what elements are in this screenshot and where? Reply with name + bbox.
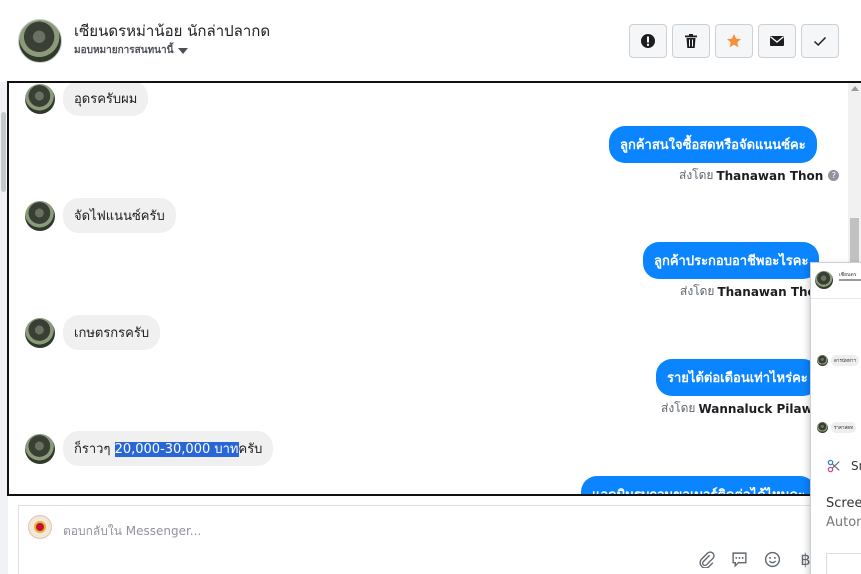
screenshot-thumbnail[interactable] [826,553,861,574]
alert-icon [641,34,655,48]
outgoing-message-bubble[interactable]: ลูกค้าประกอบอาชีพอะไรคะ [643,242,820,279]
outgoing-message-bubble[interactable]: ลูกค้าสนใจซื้อสดหรือจัดแนนซ์คะ [609,126,817,163]
sent-by-line: ส่งโดย Thanawan Thon ? [679,166,840,185]
preview-message: ราคาสดท [817,422,857,433]
preview-avatar [817,355,828,366]
preview-bubble: ดารนัทท่าฯ [831,355,859,366]
star-icon [727,34,741,48]
message-text: ครับ [238,442,263,457]
conversation-actions [629,24,839,58]
composer-toolbar: ฿ [697,550,815,569]
message-bubble[interactable]: อุดรครับผม [63,83,149,116]
trash-icon [685,34,697,48]
contact-avatar[interactable] [18,19,62,63]
message-bubble[interactable]: ก็ราวๆ 20,000-30,000 บาทครับ [63,431,274,466]
snipping-tool-label: Sn [827,459,861,473]
sent-by-line: ส่งโดย Wannaluck Pilawan [661,399,829,418]
saved-replies-icon[interactable] [730,550,749,569]
preview-subtitle-line [839,279,861,281]
preview-bubble: ราคาสดท [831,422,857,433]
popup-preview-header: เซียนดร [811,263,861,299]
sent-by-label: ส่งโดย [680,284,715,298]
message-bubble[interactable]: เกษตรกรครับ [63,315,161,350]
message-bubble[interactable]: จัดไฟแนนซ์ครับ [63,198,176,233]
envelope-icon [770,36,784,46]
incoming-message: เกษตรกรครับ [25,315,161,350]
selected-text[interactable]: 20,000-30,000 บาท [114,442,239,457]
sent-by-line: ส่งโดย Thanawan Thon [680,282,824,301]
mark-unread-button[interactable] [758,24,796,58]
scroll-up-arrow-icon[interactable] [851,86,859,91]
preview-message: ดารนัทท่าฯ [817,355,859,366]
caret-down-icon [178,47,189,54]
sender-name: Thanawan Thon [716,168,824,183]
reply-composer: ตอบกลับใน Messenger... ฿ [18,505,818,574]
page-logo-icon [34,521,46,533]
message-thread[interactable]: อุดรครับผม ลูกค้าสนใจซื้อสดหรือจัดแนนซ์ค… [7,81,861,496]
delete-button[interactable] [672,24,710,58]
preview-avatar [817,422,828,433]
mark-spam-button[interactable] [629,24,667,58]
preview-title: เซียนดร [839,272,857,278]
outgoing-message-bubble[interactable]: แอดมินรบกวนขอเบอร์ติดต่อได้ไหมคะ [581,476,817,494]
incoming-message: อุดรครับผม [25,83,149,116]
notification-body: Autom [826,515,861,530]
check-icon [813,36,827,47]
conversation-header: เซียนดรหม่าน้อย นักล่าปลากด มอบหมายการสน… [8,0,861,82]
sender-avatar [25,317,55,348]
reply-input[interactable]: ตอบกลับใน Messenger... [63,522,201,541]
outgoing-message-bubble[interactable]: รายได้ต่อเดือนเท่าไหร่คะ [656,359,819,396]
scrollbar-thumb[interactable] [850,218,859,263]
question-icon[interactable]: ? [828,170,840,181]
star-button[interactable] [715,24,753,58]
sent-by-label: ส่งโดย [679,168,714,182]
incoming-message: จัดไฟแนนซ์ครับ [25,198,176,233]
sender-avatar [25,433,55,464]
attachment-icon[interactable] [697,550,716,569]
sent-by-label: ส่งโดย [661,401,696,415]
emoji-icon[interactable] [763,550,782,569]
sender-avatar [25,200,55,231]
snipping-tool-popup[interactable]: เซียนดร ดารนัทท่าฯ ราคาสดท Sn Screen Aut… [810,262,861,574]
page-avatar [28,515,52,539]
preview-avatar [815,271,833,289]
notification-title: Screen [826,496,861,511]
scissors-icon [827,459,840,473]
assign-label: มอบหมายการสนทนานี้ [74,45,174,56]
sender-name: Thanawan Thon [717,284,825,299]
mark-done-button[interactable] [801,24,839,58]
assign-conversation-dropdown[interactable]: มอบหมายการสนทนานี้ [74,43,189,58]
left-scroll-thumb[interactable] [1,112,6,192]
sender-avatar [25,83,55,114]
inbox-conversation-view: เซียนดรหม่าน้อย นักล่าปลากด มอบหมายการสน… [0,0,861,574]
incoming-message: ก็ราวๆ 20,000-30,000 บาทครับ [25,431,274,466]
snip-app-name: Sn [851,459,861,473]
message-text: ก็ราวๆ [74,442,115,457]
contact-name[interactable]: เซียนดรหม่าน้อย นักล่าปลากด [74,19,270,43]
